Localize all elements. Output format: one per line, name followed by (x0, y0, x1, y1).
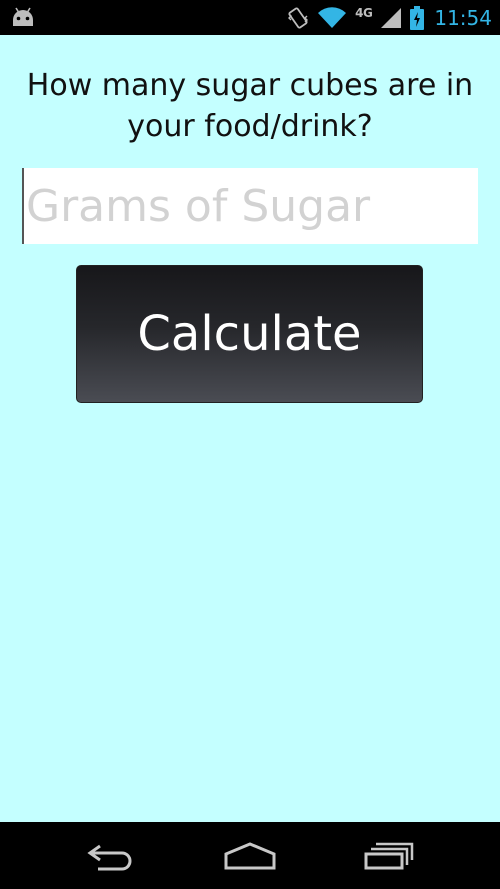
network-type-label: 4G (355, 5, 373, 20)
clock: 11:54 (434, 5, 492, 30)
grams-of-sugar-input[interactable] (22, 168, 478, 244)
battery-charging-icon (410, 5, 425, 30)
android-icon (13, 7, 33, 26)
status-icons: 4G 11:54 (287, 0, 492, 35)
back-icon[interactable] (86, 840, 136, 872)
main-content: How many sugar cubes are in your food/dr… (0, 35, 500, 822)
navigation-bar (0, 822, 500, 889)
recent-apps-icon[interactable] (364, 840, 416, 872)
home-icon[interactable] (223, 840, 277, 872)
calculate-button[interactable]: Calculate (76, 265, 423, 403)
vibrate-icon (288, 6, 309, 29)
question-label: How many sugar cubes are in your food/dr… (26, 68, 474, 144)
status-bar: 4G 11:54 (0, 0, 500, 35)
wifi-icon (318, 6, 347, 28)
calculate-button-label: Calculate (137, 306, 362, 362)
screen: 4G 11:54 How many sugar cubes are in you… (0, 0, 500, 889)
signal-icon (381, 7, 402, 28)
